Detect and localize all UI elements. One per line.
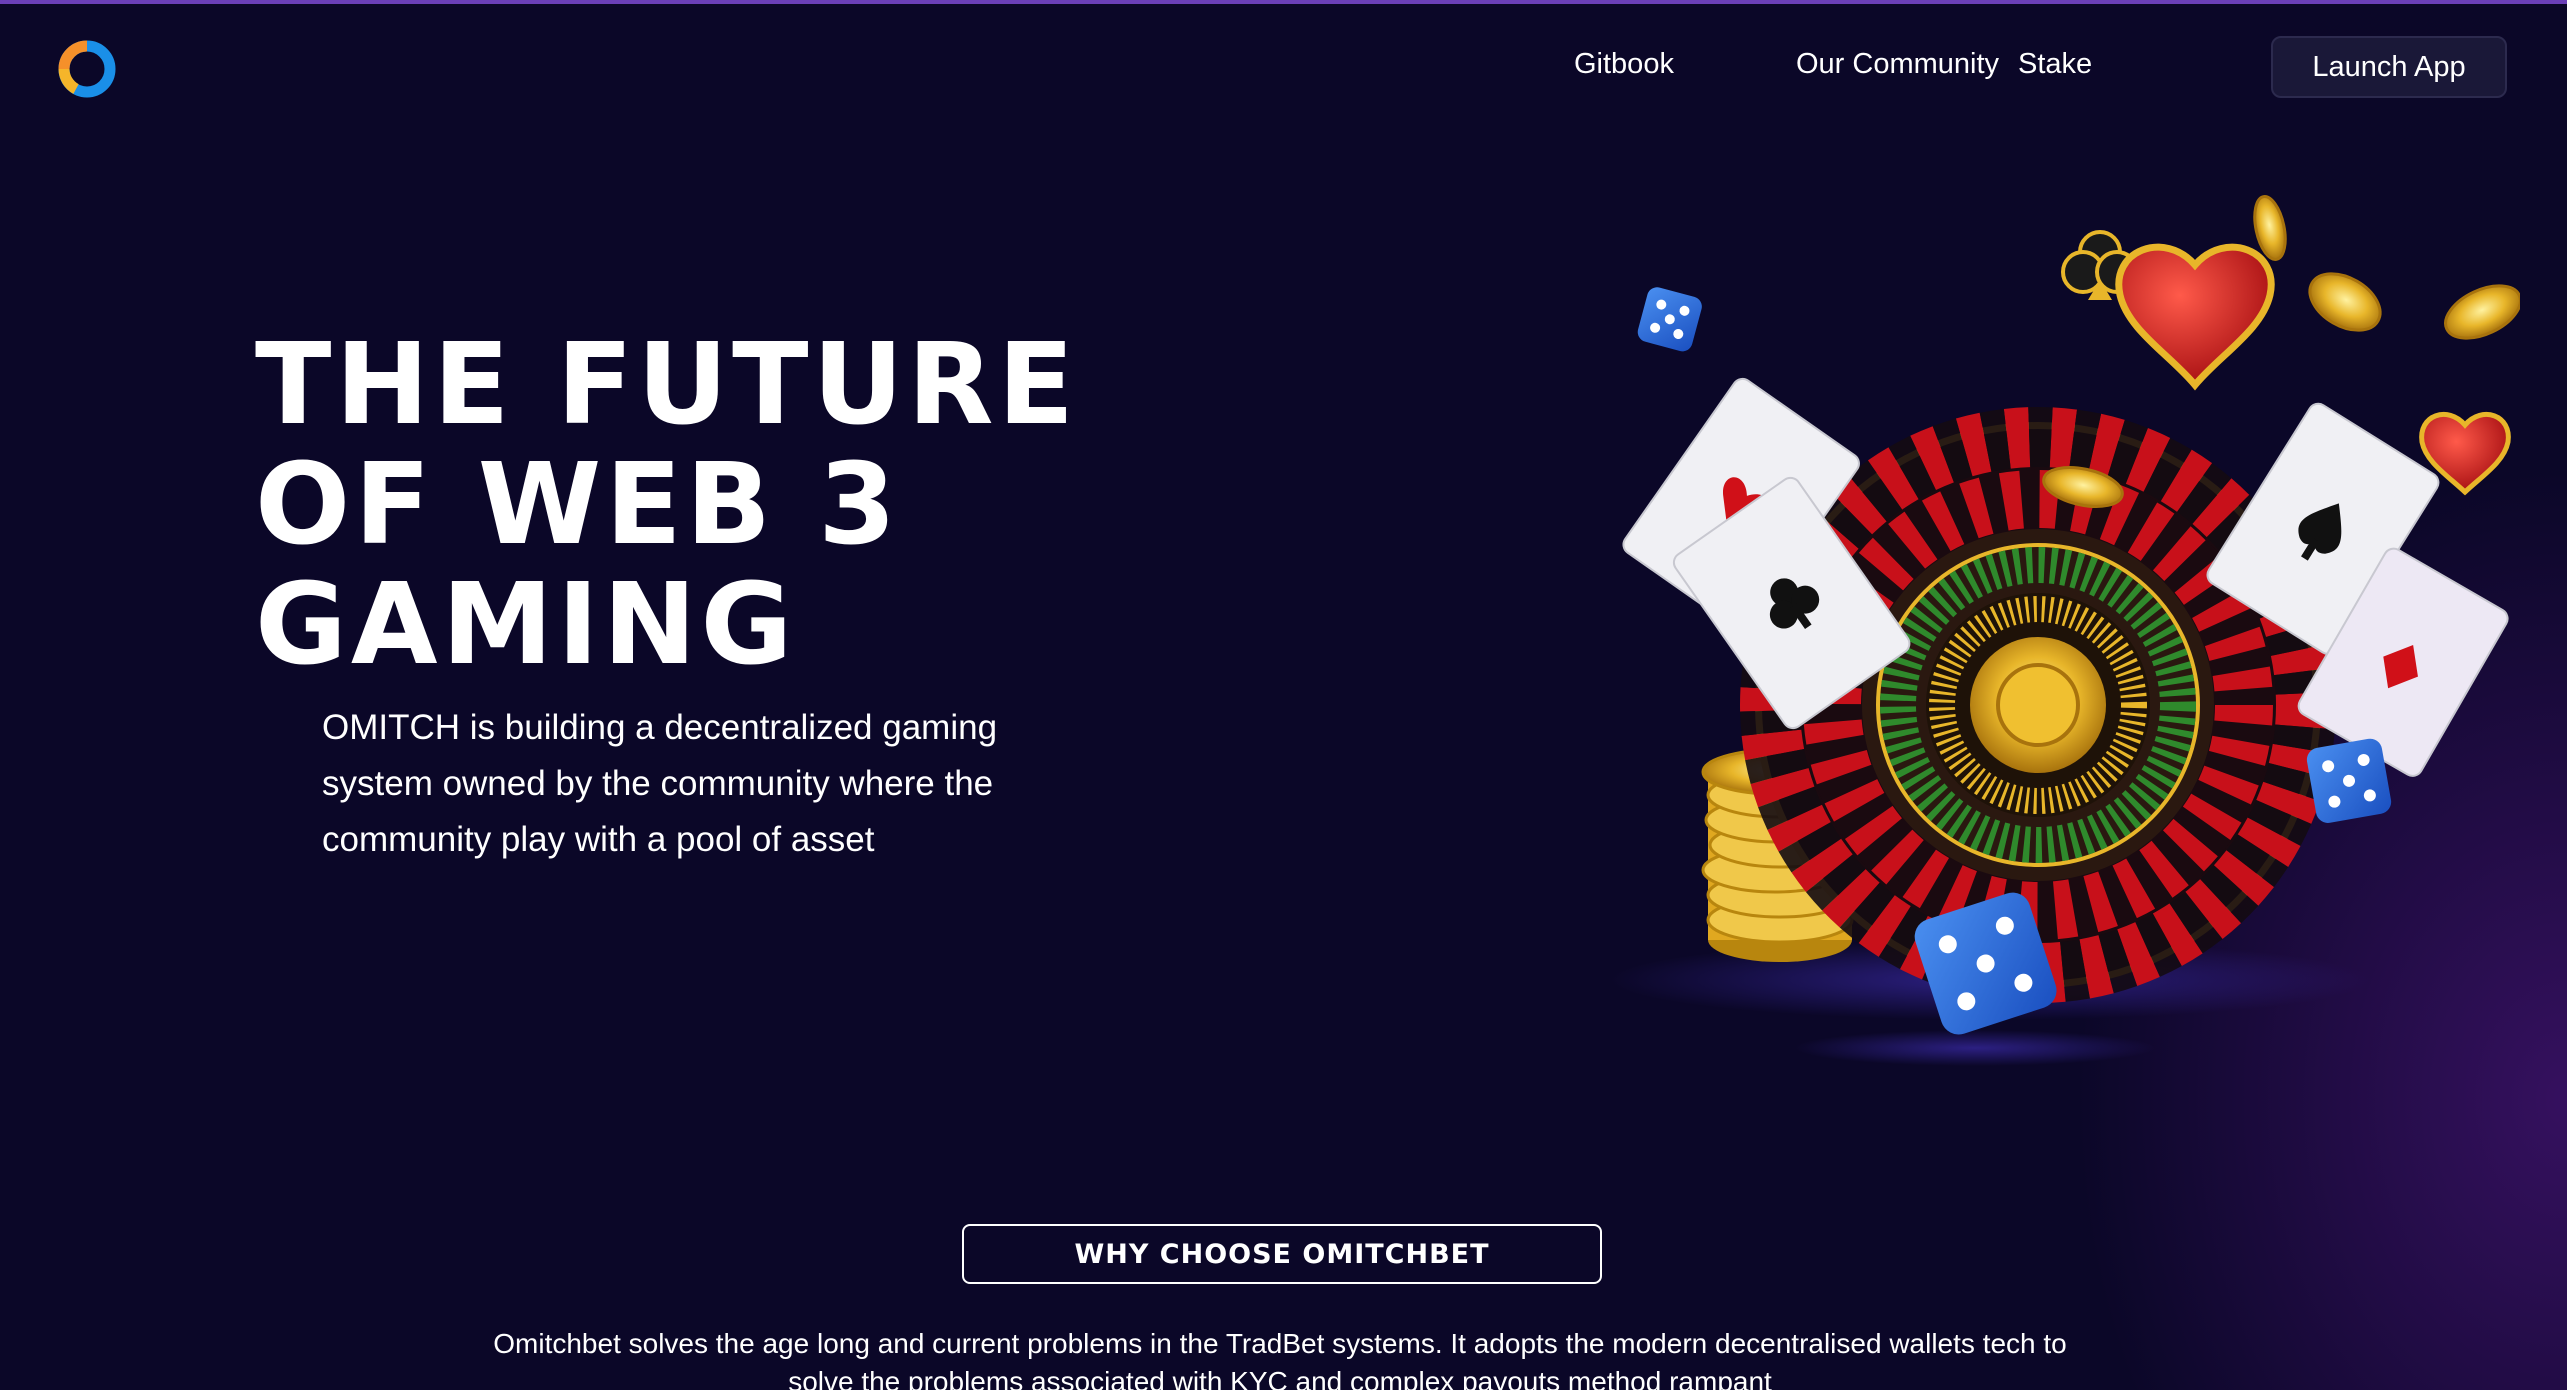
- why-choose-button[interactable]: WHY CHOOSE OMITCHBET: [962, 1224, 1602, 1284]
- blue-die-icon: [1637, 287, 1702, 352]
- landing-page: Gitbook Our Community Stake Launch App T…: [0, 0, 2567, 1390]
- hero-title-line-1: THE FUTURE: [255, 320, 1079, 450]
- hero-description: OMITCH is building a decentralized gamin…: [322, 708, 998, 859]
- roulette-wheel-icon: [1740, 407, 2336, 1003]
- hero-title-line-3: GAMING: [255, 560, 797, 690]
- blue-die-icon: [2306, 738, 2392, 823]
- hero-title: THE FUTURE OF WEB 3 GAMING: [255, 325, 1155, 685]
- hero-title-line-2: OF WEB 3: [255, 440, 901, 570]
- nav-link-gitbook[interactable]: Gitbook: [1574, 48, 1674, 81]
- omitch-ring-logo-icon[interactable]: [56, 38, 118, 100]
- top-accent-line: [0, 0, 2567, 4]
- gold-coin-icon: [2308, 272, 2382, 332]
- nav-link-our-community[interactable]: Our Community: [1796, 48, 1999, 81]
- gold-coin-icon: [2444, 284, 2520, 340]
- top-navigation: Gitbook Our Community Stake Launch App: [1367, 36, 2567, 100]
- casino-roulette-illustration: [1610, 195, 2520, 1066]
- launch-app-button[interactable]: Launch App: [2271, 36, 2507, 98]
- nav-link-stake[interactable]: Stake: [2018, 48, 2092, 81]
- why-choose-description: Omitchbet solves the age long and curren…: [493, 1328, 2067, 1390]
- heart-symbol-icon: [2115, 243, 2275, 391]
